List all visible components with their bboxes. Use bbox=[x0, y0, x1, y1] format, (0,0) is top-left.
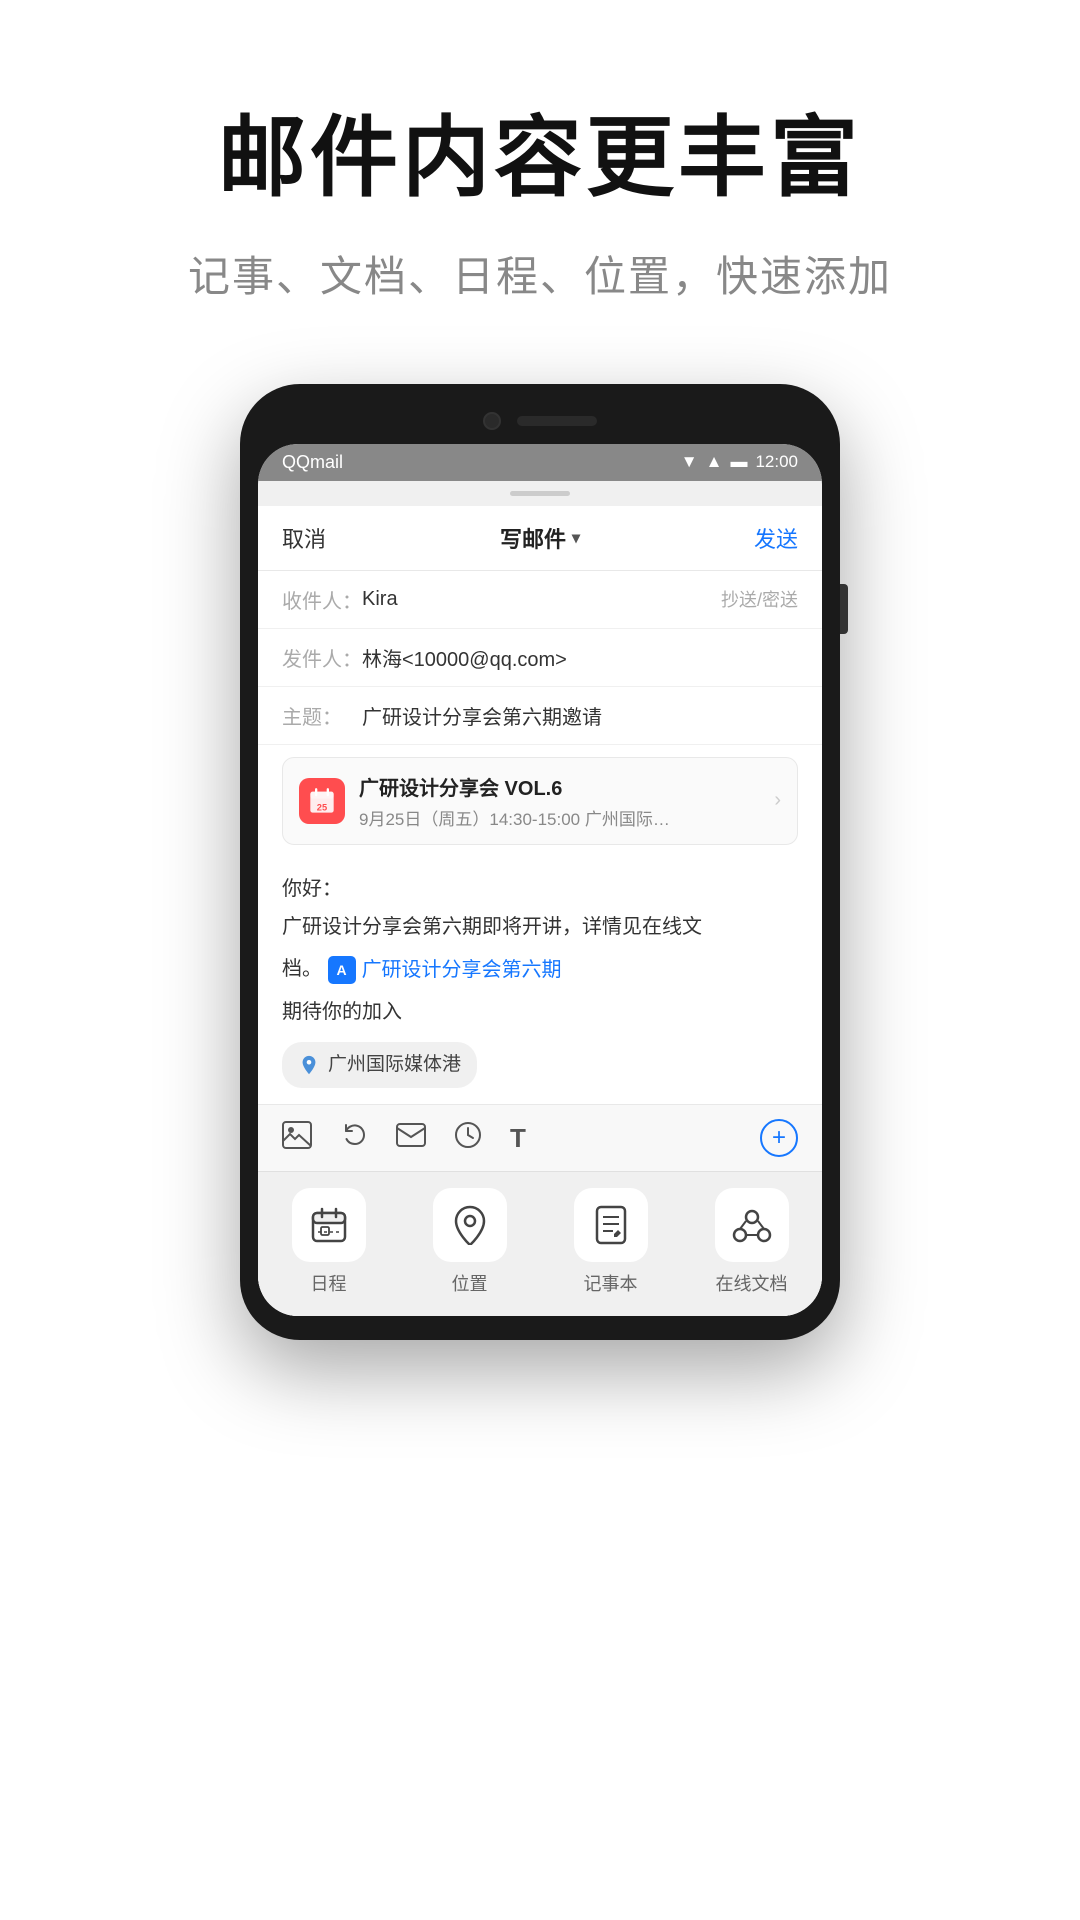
wifi-icon: ▼ bbox=[681, 452, 698, 472]
compose-title: 写邮件 ▾ bbox=[500, 522, 580, 554]
calendar-attachment[interactable]: 25 广研设计分享会 VOL.6 9月25日（周五）14:30-15:00 广州… bbox=[282, 757, 798, 845]
notes-label: 记事本 bbox=[584, 1270, 638, 1296]
calendar-icon: 25 bbox=[299, 778, 345, 824]
sender-value: 林海<10000@qq.com> bbox=[362, 643, 798, 672]
online-doc-label: 在线文档 bbox=[716, 1270, 788, 1296]
send-button[interactable]: 发送 bbox=[754, 522, 798, 554]
calendar-event-title: 广研设计分享会 VOL.6 bbox=[359, 772, 774, 801]
sender-label: 发件人： bbox=[282, 643, 362, 672]
subject-label: 主题： bbox=[282, 701, 362, 730]
text-format-icon[interactable]: T bbox=[510, 1123, 526, 1154]
subject-value: 广研设计分享会第六期邀请 bbox=[362, 701, 798, 730]
schedule-label: 日程 bbox=[311, 1270, 347, 1296]
calendar-event-info: 广研设计分享会 VOL.6 9月25日（周五）14:30-15:00 广州国际… bbox=[359, 772, 774, 830]
phone-screen: QQmail ▼ ▲ ▬ 12:00 取消 写邮件 ▾ bbox=[258, 444, 822, 1317]
doc-inline-link[interactable]: A 广研设计分享会第六期 bbox=[328, 954, 562, 986]
signal-icon: ▲ bbox=[706, 452, 723, 472]
recipient-label: 收件人： bbox=[282, 585, 362, 614]
doc-link-text[interactable]: 广研设计分享会第六期 bbox=[362, 954, 562, 986]
dropdown-arrow-icon: ▾ bbox=[572, 528, 580, 548]
image-icon[interactable] bbox=[282, 1121, 312, 1156]
quick-add-location[interactable]: 位置 bbox=[399, 1188, 540, 1296]
chevron-right-icon: › bbox=[774, 789, 781, 812]
undo-icon[interactable] bbox=[340, 1121, 368, 1156]
document-icon: A bbox=[328, 956, 356, 984]
subject-field[interactable]: 主题： 广研设计分享会第六期邀请 bbox=[258, 687, 822, 745]
volume-button bbox=[840, 584, 848, 634]
location-label: 位置 bbox=[452, 1270, 488, 1296]
sender-field[interactable]: 发件人： 林海<10000@qq.com> bbox=[258, 629, 822, 687]
app-name-label: QQmail bbox=[282, 452, 343, 473]
status-bar: QQmail ▼ ▲ ▬ 12:00 bbox=[258, 444, 822, 481]
cancel-button[interactable]: 取消 bbox=[282, 522, 326, 554]
location-chip[interactable]: 广州国际媒体港 bbox=[282, 1042, 477, 1088]
body-line2: 档。 A 广研设计分享会第六期 bbox=[282, 953, 798, 986]
quick-add-online-doc[interactable]: 在线文档 bbox=[681, 1188, 822, 1296]
hero-title: 邮件内容更丰富 bbox=[0, 110, 1080, 207]
phone-mockup: QQmail ▼ ▲ ▬ 12:00 取消 写邮件 ▾ bbox=[0, 384, 1080, 1341]
compose-toolbar: T + bbox=[258, 1104, 822, 1171]
quick-add-panel: 日程 位置 bbox=[258, 1171, 822, 1316]
plus-button[interactable]: + bbox=[760, 1119, 798, 1157]
toolbar-icons: T bbox=[282, 1121, 526, 1156]
battery-icon: ▬ bbox=[730, 452, 747, 472]
front-camera bbox=[483, 412, 501, 430]
location-icon-wrap bbox=[433, 1188, 507, 1262]
email-body[interactable]: 你好： 广研设计分享会第六期即将开讲，详情见在线文 档。 A 广研设计分享会第六… bbox=[258, 857, 822, 1105]
online-doc-icon-wrap bbox=[715, 1188, 789, 1262]
email-compose: 取消 写邮件 ▾ 发送 收件人： Kira 抄送/密送 发件人： 林海<10 bbox=[258, 506, 822, 1317]
compose-header: 取消 写邮件 ▾ 发送 bbox=[258, 506, 822, 571]
location-text: 广州国际媒体港 bbox=[328, 1050, 461, 1080]
greeting-text: 你好： bbox=[282, 873, 798, 905]
drag-indicator bbox=[510, 491, 570, 496]
hero-section: 邮件内容更丰富 记事、文档、日程、位置，快速添加 bbox=[0, 0, 1080, 364]
recipient-value: Kira bbox=[362, 588, 721, 611]
recipient-field[interactable]: 收件人： Kira 抄送/密送 bbox=[258, 571, 822, 629]
quick-add-notes[interactable]: 记事本 bbox=[540, 1188, 681, 1296]
hero-subtitle: 记事、文档、日程、位置，快速添加 bbox=[0, 243, 1080, 304]
clock-icon[interactable] bbox=[454, 1121, 482, 1156]
notes-icon-wrap bbox=[574, 1188, 648, 1262]
cc-bcc-label[interactable]: 抄送/密送 bbox=[721, 586, 798, 612]
email-icon[interactable] bbox=[396, 1122, 426, 1154]
status-icons: ▼ ▲ ▬ 12:00 bbox=[681, 452, 798, 472]
time-label: 12:00 bbox=[755, 452, 798, 472]
phone-notch bbox=[258, 402, 822, 444]
speaker-grille bbox=[517, 416, 597, 426]
body-line1: 广研设计分享会第六期即将开讲，详情见在线文 bbox=[282, 911, 798, 943]
quick-add-schedule[interactable]: 日程 bbox=[258, 1188, 399, 1296]
closing-text: 期待你的加入 bbox=[282, 996, 798, 1028]
phone-body: QQmail ▼ ▲ ▬ 12:00 取消 写邮件 ▾ bbox=[240, 384, 840, 1341]
schedule-icon-wrap bbox=[292, 1188, 366, 1262]
calendar-event-detail: 9月25日（周五）14:30-15:00 广州国际… bbox=[359, 805, 774, 830]
svg-text:25: 25 bbox=[317, 802, 327, 812]
